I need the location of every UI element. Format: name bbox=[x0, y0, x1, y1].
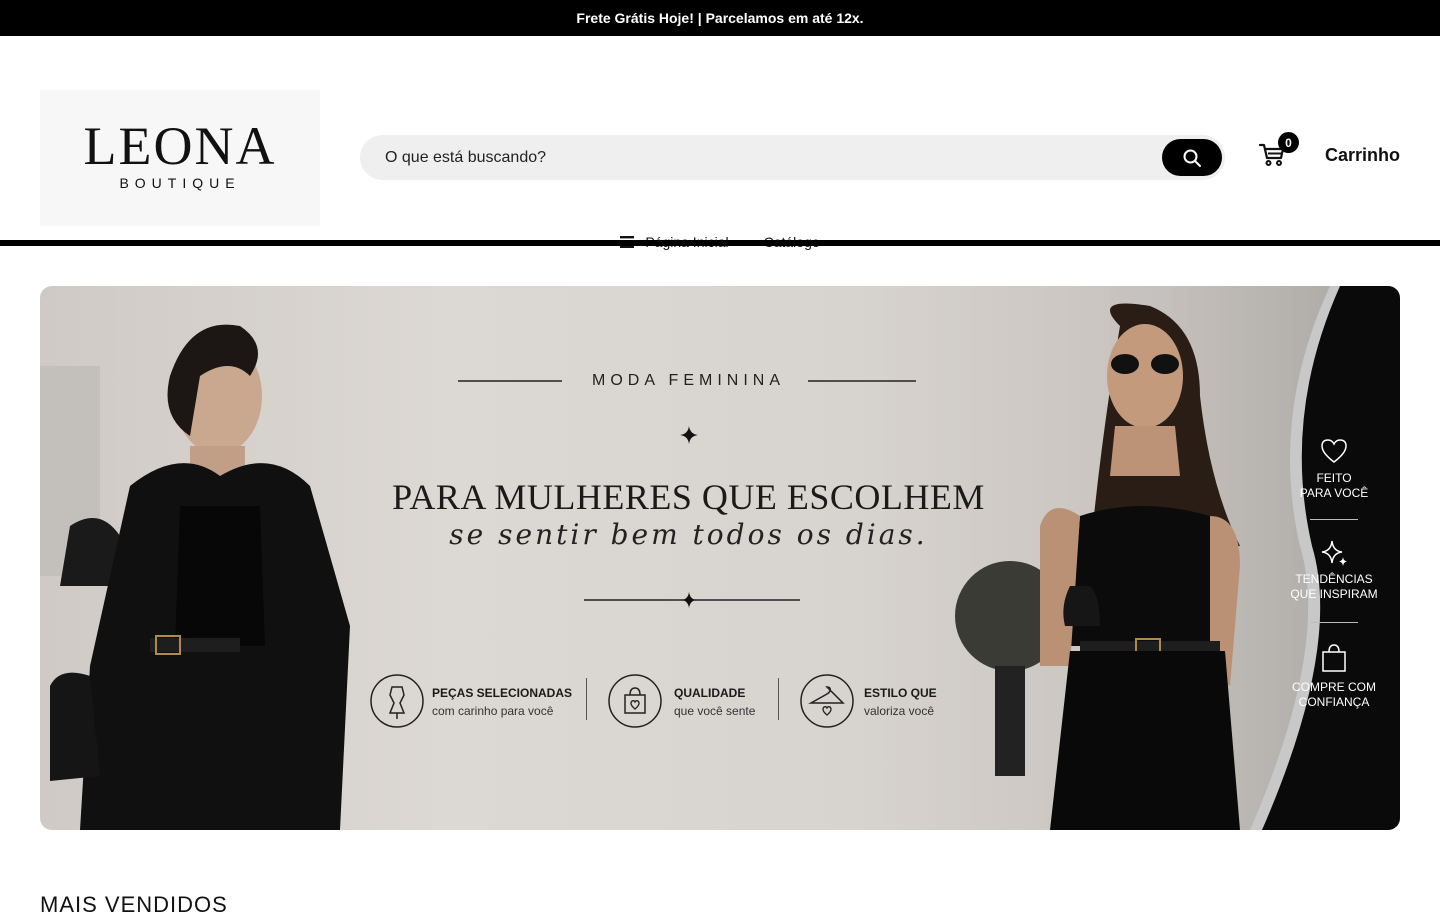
side-feature-line: QUE INSPIRAM bbox=[1290, 587, 1378, 601]
feature-separator bbox=[778, 678, 779, 720]
side-separator bbox=[1310, 622, 1358, 623]
side-feature-line: PARA VOCÊ bbox=[1299, 486, 1369, 500]
shopping-bag-heart-icon bbox=[608, 674, 662, 728]
feature-separator bbox=[586, 678, 587, 720]
cart-button[interactable]: 0 Carrinho bbox=[1258, 132, 1401, 170]
announcement-bar: Frete Grátis Hoje! | Parcelamos em até 1… bbox=[0, 0, 1440, 36]
side-feature-line: COMPRE COM bbox=[1292, 680, 1376, 694]
feature-title: ESTILO QUE bbox=[864, 686, 937, 700]
sparkle-icon bbox=[680, 426, 698, 444]
side-feature: FEITO PARA VOCÊ bbox=[1279, 471, 1389, 501]
feature-subtitle: que você sente bbox=[674, 704, 756, 718]
dress-form-icon bbox=[370, 674, 424, 728]
cart-icon: 0 bbox=[1258, 132, 1299, 170]
heart-icon bbox=[1321, 439, 1347, 463]
side-feature-line: TENDÊNCIAS bbox=[1295, 572, 1373, 586]
header-divider bbox=[0, 240, 1440, 246]
side-feature-line: FEITO bbox=[1316, 471, 1352, 485]
announcement-text: Frete Grátis Hoje! | Parcelamos em até 1… bbox=[576, 10, 864, 26]
logo-subtitle: BOUTIQUE bbox=[119, 175, 241, 191]
cart-label: Carrinho bbox=[1325, 144, 1401, 165]
search-input[interactable] bbox=[385, 148, 1145, 167]
store-logo[interactable]: LEONA BOUTIQUE bbox=[40, 90, 320, 226]
side-feature: TENDÊNCIAS QUE INSPIRAM bbox=[1279, 572, 1389, 602]
feature-subtitle: valoriza você bbox=[864, 704, 935, 718]
hanger-heart-icon bbox=[800, 674, 854, 728]
sparkles-icon bbox=[1321, 540, 1347, 566]
hero-banner[interactable]: MODA FEMININA PARA MULHERES QUE ESCOLHEM… bbox=[40, 286, 1400, 830]
feature-subtitle: com carinho para você bbox=[432, 704, 554, 718]
feature-title: PEÇAS SELECIONADAS bbox=[432, 686, 573, 700]
side-separator bbox=[1310, 519, 1358, 520]
side-feature-line: CONFIANÇA bbox=[1298, 695, 1370, 709]
search-icon bbox=[1183, 149, 1201, 167]
section-title: MAIS VENDIDOS bbox=[40, 892, 228, 917]
search-bar bbox=[360, 135, 1225, 180]
cart-count-badge: 0 bbox=[1278, 132, 1299, 153]
banner-divider-bottom bbox=[584, 592, 800, 608]
logo-wordmark: LEONA bbox=[83, 116, 277, 176]
model-left-image bbox=[40, 324, 350, 830]
site-header: LEONA BOUTIQUE 0 Carrinho bbox=[0, 36, 1440, 250]
side-feature: COMPRE COM CONFIANÇA bbox=[1279, 680, 1389, 710]
feature-title: QUALIDADE bbox=[674, 686, 746, 700]
shopping-bag-icon bbox=[1322, 644, 1346, 672]
banner-side-panel bbox=[1250, 286, 1400, 830]
search-button[interactable] bbox=[1162, 139, 1222, 176]
